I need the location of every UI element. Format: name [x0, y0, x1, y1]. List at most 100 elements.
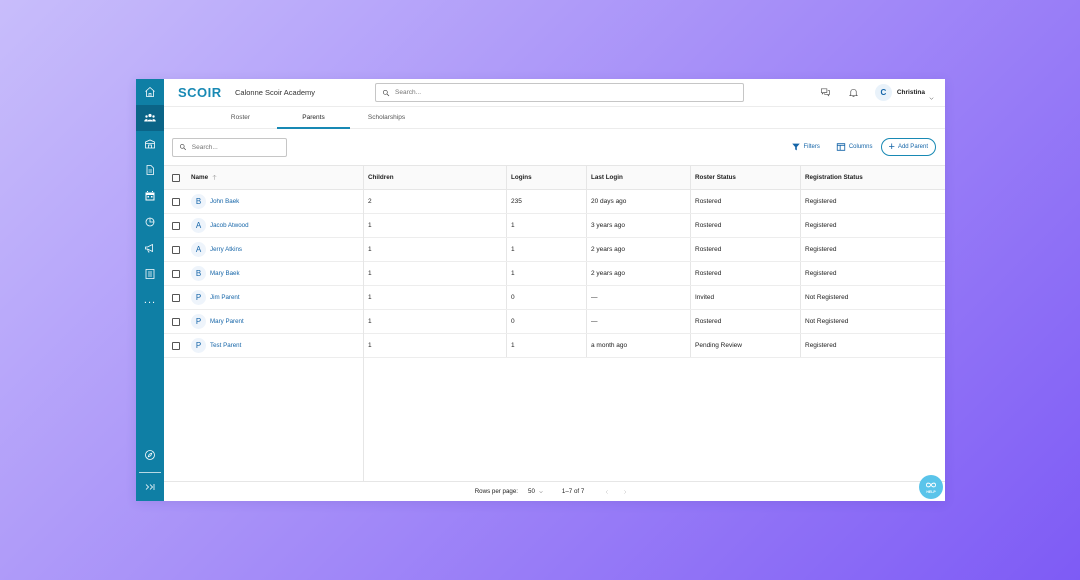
caret-down-icon [539, 490, 543, 493]
people-icon [144, 113, 156, 122]
parent-avatar: P [191, 314, 206, 329]
header-roster-status[interactable]: Roster Status [691, 166, 801, 189]
help-button[interactable]: HELP [919, 475, 943, 499]
cell-registration-status: Registered [805, 246, 837, 253]
cell-registration-status: Registered [805, 198, 837, 205]
sidebar-item-documents[interactable] [136, 157, 164, 183]
scoir-logo[interactable]: SCOIR [178, 85, 235, 100]
sidebar-bottom [136, 438, 164, 501]
tab-scholarships[interactable]: Scholarships [350, 107, 423, 128]
parent-name-link[interactable]: Jacob Atwood [210, 222, 249, 229]
parent-name-link[interactable]: John Baek [210, 198, 239, 205]
toolbar-actions: Filters Columns + Add Parent [775, 138, 936, 156]
table-row[interactable]: P Jim Parent 1 0 — Invited Not Registere… [164, 286, 945, 310]
school-name: Calonne Scoir Academy [235, 88, 316, 97]
cell-children: 1 [364, 262, 507, 285]
filters-button[interactable]: Filters [791, 142, 820, 152]
tab-parents[interactable]: Parents [277, 107, 350, 129]
cell-roster-status: Invited [691, 286, 801, 309]
sidebar-item-calendar[interactable] [136, 183, 164, 209]
parent-name-link[interactable]: Jim Parent [210, 294, 240, 301]
sort-arrow-up-icon[interactable] [211, 174, 218, 181]
row-checkbox[interactable] [172, 317, 180, 326]
parent-name-link[interactable]: Mary Parent [210, 318, 244, 325]
sidebar-item-school[interactable] [136, 131, 164, 157]
pagination-controls [598, 487, 634, 497]
cell-logins: 235 [507, 190, 587, 213]
cell-name: P Test Parent [164, 334, 364, 357]
app-window: ... SCOIR Calonne Scoir Academy Search..… [136, 79, 945, 501]
parent-name-link[interactable]: Jerry Atkins [210, 246, 242, 253]
tab-roster[interactable]: Roster [204, 107, 277, 128]
cell-name: P Mary Parent [164, 310, 364, 333]
more-icon: ... [143, 293, 157, 306]
header-children[interactable]: Children [364, 166, 507, 189]
sidebar-item-announcements[interactable] [136, 235, 164, 261]
row-checkbox[interactable] [172, 197, 180, 206]
sidebar-item-lists[interactable] [136, 261, 164, 287]
sidebar-item-explore[interactable] [136, 438, 164, 472]
header-registration-status[interactable]: Registration Status [801, 166, 945, 189]
row-checkbox[interactable] [172, 341, 180, 350]
sidebar-item-home[interactable] [136, 79, 164, 105]
row-checkbox[interactable] [172, 221, 180, 230]
rows-per-page-label: Rows per page: [474, 488, 519, 495]
rows-per-page-select[interactable]: 50 [528, 488, 544, 495]
sidebar-item-people[interactable] [136, 105, 164, 131]
parent-name-link[interactable]: Test Parent [210, 342, 241, 349]
sidebar: ... [136, 79, 164, 501]
search-icon [179, 144, 187, 151]
table-row[interactable]: P Test Parent 1 1 a month ago Pending Re… [164, 334, 945, 358]
cell-roster-status: Pending Review [691, 334, 801, 357]
header-name[interactable]: Name [164, 166, 364, 189]
chart-icon [145, 217, 155, 227]
parent-search[interactable] [172, 137, 287, 157]
cell-name: A Jacob Atwood [164, 214, 364, 237]
parent-avatar: B [191, 266, 206, 281]
add-parent-label: Add Parent [897, 144, 928, 150]
table-row[interactable]: A Jacob Atwood 1 1 3 years ago Rostered … [164, 214, 945, 238]
cell-registration-status: Registered [805, 270, 837, 277]
sidebar-item-analytics[interactable] [136, 209, 164, 235]
header-logins[interactable]: Logins [507, 166, 587, 189]
cell-name: B John Baek [164, 190, 364, 213]
global-search[interactable] [375, 83, 744, 102]
messages-button[interactable] [819, 86, 833, 100]
next-page-button[interactable] [620, 487, 630, 497]
row-checkbox[interactable] [172, 269, 180, 278]
parent-avatar: A [191, 218, 206, 233]
user-name[interactable]: Christina [897, 89, 925, 96]
row-checkbox[interactable] [172, 245, 180, 254]
table-row[interactable]: P Mary Parent 1 0 — Rostered Not Registe… [164, 310, 945, 334]
cell-logins: 0 [507, 286, 587, 309]
global-search-input[interactable] [395, 89, 715, 96]
table-row[interactable]: A Jerry Atkins 1 1 2 years ago Rostered … [164, 238, 945, 262]
chevron-left-icon [606, 489, 609, 494]
parent-search-input[interactable] [191, 143, 280, 151]
parent-name-link[interactable]: Mary Baek [210, 270, 240, 277]
sidebar-item-more[interactable]: ... [136, 287, 164, 313]
table-row[interactable]: B Mary Baek 1 1 2 years ago Rostered Reg… [164, 262, 945, 286]
user-avatar[interactable]: C [874, 84, 892, 101]
select-all-checkbox[interactable] [172, 173, 180, 182]
parent-avatar: B [191, 194, 206, 209]
chevron-down-icon[interactable] [928, 89, 935, 100]
header-last-login[interactable]: Last Login [587, 166, 691, 189]
table-row[interactable]: B John Baek 2 235 20 days ago Rostered R… [164, 190, 945, 214]
cell-children: 2 [364, 190, 507, 213]
previous-page-button[interactable] [602, 487, 612, 497]
cell-logins: 1 [507, 262, 587, 285]
sidebar-expand-button[interactable] [136, 473, 164, 501]
add-parent-button[interactable]: + Add Parent [880, 138, 936, 156]
cell-children: 1 [364, 310, 507, 333]
header-actions: C Christina [819, 84, 935, 101]
table-toolbar: Filters Columns + Add Parent [164, 129, 945, 165]
row-checkbox[interactable] [172, 293, 180, 302]
expand-icon [145, 484, 155, 490]
cell-logins: 1 [507, 334, 587, 357]
notifications-button[interactable] [847, 86, 861, 100]
cell-roster-status: Rostered [691, 238, 801, 261]
columns-button[interactable]: Columns [836, 142, 873, 152]
cell-name: A Jerry Atkins [164, 238, 364, 261]
cell-name: B Mary Baek [164, 262, 364, 285]
